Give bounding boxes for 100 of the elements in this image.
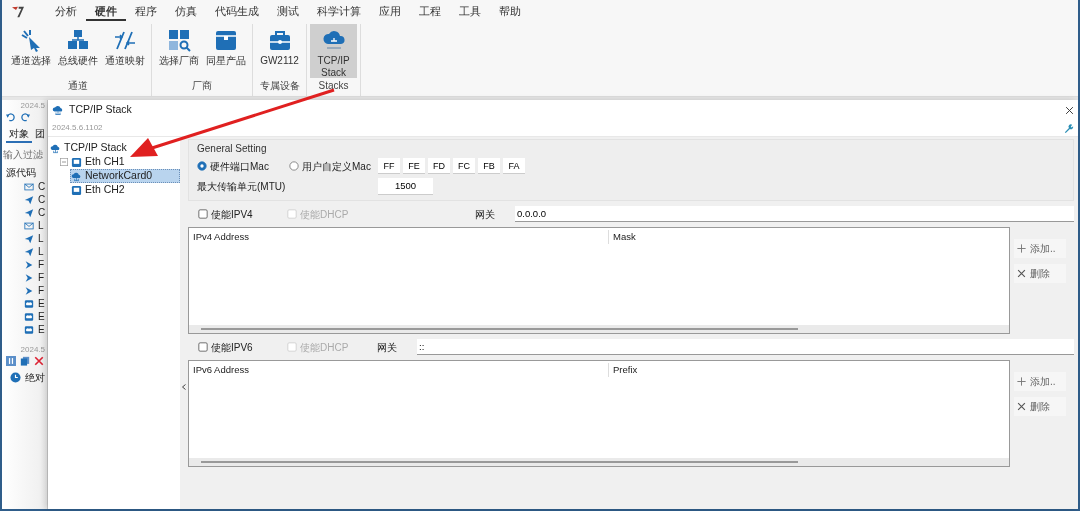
menu-tab[interactable]: 帮助 <box>490 2 530 22</box>
send-icon <box>24 194 34 205</box>
field-label: 最大传输单元(MTU) <box>197 179 287 194</box>
tree-item[interactable]: F <box>38 283 45 298</box>
undo-icon[interactable] <box>6 112 16 122</box>
tree-item[interactable]: E <box>38 309 45 324</box>
cloud-icon <box>321 28 346 52</box>
tree-item[interactable]: NetworkCard0 <box>70 169 180 183</box>
version-label: 2024.5 <box>19 100 46 112</box>
radio-button[interactable]: 用户自定义Mac <box>289 158 378 174</box>
menu-tab[interactable]: 代码生成 <box>206 2 268 22</box>
monitor-icon <box>24 311 34 322</box>
input-field[interactable]: 0.0.0.0 <box>515 206 1074 222</box>
menu-tab[interactable]: 程序 <box>126 2 166 22</box>
menu-tab[interactable]: 科学计算 <box>308 2 370 22</box>
action-button[interactable]: 添加.. <box>1014 372 1066 391</box>
action-button[interactable]: 删除 <box>1014 264 1066 283</box>
menu-tab[interactable]: 测试 <box>268 2 308 22</box>
monitor-icon <box>24 324 34 335</box>
ribbon-button[interactable]: 选择厂商 <box>155 24 202 78</box>
close-icon <box>1017 269 1026 278</box>
input-field[interactable]: FD <box>428 158 450 174</box>
chevron-left-icon[interactable] <box>181 383 187 391</box>
menu-tab[interactable]: 工具 <box>450 2 490 22</box>
tree-item[interactable]: L <box>38 231 44 246</box>
menu-tab[interactable]: 仿真 <box>166 2 206 22</box>
tree-item[interactable]: L <box>38 218 44 233</box>
column-header: IPv6 Address <box>189 363 609 378</box>
pause-icon[interactable] <box>6 356 16 366</box>
menu-tab[interactable]: 硬件 <box>86 2 126 22</box>
menu-tab[interactable]: 应用 <box>370 2 410 22</box>
tree-item[interactable]: 源代码 <box>2 165 47 180</box>
tree-item[interactable]: C <box>38 179 46 194</box>
version-label: 2024.5.6.1102 <box>52 122 104 134</box>
checkbox[interactable]: 使能IPV6 <box>198 339 287 355</box>
input-field[interactable]: :: <box>417 339 1074 355</box>
ribbon-button[interactable]: 同星产品 <box>202 24 249 78</box>
tree-item[interactable]: C <box>38 192 46 207</box>
input-field[interactable]: FF <box>378 158 400 174</box>
close-icon <box>1017 402 1026 411</box>
input-field[interactable]: 1500 <box>378 177 433 195</box>
panel-tab[interactable]: 对象 <box>6 126 32 143</box>
input-field[interactable]: FA <box>503 158 525 174</box>
checkbox-icon <box>287 209 297 219</box>
close-icon[interactable] <box>1065 105 1074 115</box>
clock-icon <box>10 372 21 383</box>
ribbon-button[interactable]: TCP/IP Stack <box>310 24 357 78</box>
ribbon-button[interactable]: 通道映射 <box>101 24 148 78</box>
collapse-icon[interactable] <box>60 158 68 166</box>
network-cloud-icon <box>52 104 64 116</box>
copy-icon[interactable] <box>20 356 30 366</box>
input-field[interactable]: FE <box>403 158 425 174</box>
mail-icon <box>24 181 34 192</box>
group-title: General Setting <box>197 142 268 156</box>
ribbon-button[interactable]: 通道选择 <box>7 24 54 78</box>
logo-icon <box>10 4 26 20</box>
column-header: IPv4 Address <box>189 230 609 245</box>
action-button[interactable]: 添加.. <box>1014 239 1066 258</box>
menu-tab[interactable]: 工程 <box>410 2 450 22</box>
window-title: TCP/IP Stack <box>69 102 132 118</box>
box-icon <box>213 28 238 52</box>
tree-item[interactable]: L <box>38 244 44 259</box>
group-label: Stacks <box>318 79 349 93</box>
close-icon[interactable] <box>34 356 44 366</box>
panel-tab[interactable]: 团 <box>32 126 47 143</box>
send-icon <box>24 207 34 218</box>
checkbox-icon[interactable] <box>198 342 208 352</box>
ribbon-button[interactable]: 总线硬件 <box>54 24 101 78</box>
group-label: 厂商 <box>192 79 212 93</box>
checkbox-icon <box>287 342 297 352</box>
redo-icon[interactable] <box>20 112 30 122</box>
tree-item[interactable]: Eth CH1 <box>60 155 180 169</box>
field-label: 网关 <box>377 340 398 355</box>
scrollbar[interactable] <box>189 458 1009 466</box>
ribbon-button[interactable]: GW2112 <box>256 24 303 78</box>
network-cloud-icon <box>50 142 61 154</box>
input-field[interactable]: FC <box>453 158 475 174</box>
tree-item[interactable]: F <box>38 257 45 272</box>
tree-item[interactable]: TCP/IP Stack <box>50 141 180 155</box>
input-field[interactable]: FB <box>478 158 500 174</box>
tree-item[interactable]: C <box>38 205 46 220</box>
checkbox-icon[interactable] <box>198 209 208 219</box>
scrollbar[interactable] <box>189 325 1009 333</box>
plus-icon <box>1017 244 1026 253</box>
group-label: 通道 <box>67 79 88 93</box>
filter-field[interactable]: 输入过滤 <box>2 147 47 161</box>
plus-icon <box>1017 377 1026 386</box>
menu-tab[interactable]: 分析 <box>46 2 86 22</box>
checkbox[interactable]: 使能IPV4 <box>198 206 287 222</box>
action-button[interactable]: 删除 <box>1014 397 1066 416</box>
list-item[interactable]: 绝对 <box>25 370 45 385</box>
tree-item[interactable]: E <box>38 296 45 311</box>
tree-item[interactable]: F <box>38 270 45 285</box>
tree-item[interactable]: Eth CH2 <box>60 183 180 197</box>
send-icon <box>24 246 34 257</box>
radio-button[interactable]: 硬件端口Mac <box>197 158 289 174</box>
monitor-icon <box>71 156 82 168</box>
mail-icon <box>24 220 34 231</box>
tree-item[interactable]: E <box>38 322 45 337</box>
wrench-icon[interactable] <box>1063 122 1074 134</box>
